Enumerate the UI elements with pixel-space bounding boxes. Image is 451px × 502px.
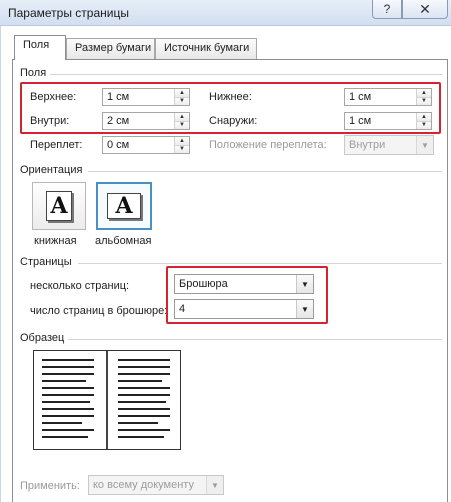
gutter-value: 0 см — [107, 139, 130, 151]
bottom-margin-field[interactable]: 1 см ▲ ▼ — [344, 88, 432, 106]
spin-down-icon[interactable]: ▼ — [175, 96, 189, 105]
margins-group-title: Поля — [20, 67, 47, 79]
sheets-per-booklet-select[interactable]: 4 ▼ — [174, 299, 314, 319]
preview-booklet — [33, 350, 181, 450]
top-margin-label: Верхнее: — [30, 91, 77, 103]
pages-group-title: Страницы — [20, 256, 72, 268]
inside-margin-value: 2 см — [107, 115, 130, 127]
chevron-down-icon: ▼ — [416, 136, 433, 154]
close-button[interactable]: ✕ — [402, 0, 448, 19]
tab-paper-source[interactable]: Источник бумаги — [155, 38, 257, 59]
spin-up-icon[interactable]: ▲ — [417, 89, 431, 97]
spin-down-icon[interactable]: ▼ — [417, 96, 431, 105]
bottom-margin-label: Нижнее: — [209, 91, 252, 103]
chevron-down-icon: ▼ — [206, 476, 223, 494]
gutter-position-value: Внутри — [349, 139, 386, 151]
landscape-label: альбомная — [95, 235, 152, 247]
tab-paper-source-label: Источник бумаги — [164, 42, 250, 54]
apply-label: Применить: — [20, 480, 80, 492]
top-margin-field[interactable]: 1 см ▲ ▼ — [102, 88, 190, 106]
portrait-button[interactable]: A — [32, 182, 86, 230]
tab-paper-size-label: Размер бумаги — [75, 42, 152, 54]
gutter-field[interactable]: 0 см ▲ ▼ — [102, 136, 190, 154]
multiple-pages-label: несколько страниц: — [30, 280, 130, 292]
spin-up-icon[interactable]: ▲ — [417, 113, 431, 121]
spin-up-icon[interactable]: ▲ — [175, 113, 189, 121]
tab-margins[interactable]: Поля — [14, 35, 66, 60]
spin-down-icon[interactable]: ▼ — [175, 120, 189, 129]
spin-up-icon[interactable]: ▲ — [175, 89, 189, 97]
apply-select: ко всему документу ▼ — [88, 475, 224, 495]
help-button[interactable]: ? — [372, 0, 402, 19]
spin-down-icon[interactable]: ▼ — [417, 120, 431, 129]
chevron-down-icon[interactable]: ▼ — [296, 300, 313, 318]
preview-divider — [68, 339, 442, 340]
margins-divider — [50, 74, 442, 75]
inside-margin-field[interactable]: 2 см ▲ ▼ — [102, 112, 190, 130]
help-icon: ? — [383, 2, 391, 16]
pages-divider — [78, 263, 442, 264]
tab-paper-size[interactable]: Размер бумаги — [66, 38, 155, 59]
preview-right-page — [106, 351, 180, 449]
portrait-label: книжная — [34, 235, 77, 247]
gutter-position-select: Внутри ▼ — [344, 135, 434, 155]
outside-margin-field[interactable]: 1 см ▲ ▼ — [344, 112, 432, 130]
chevron-down-icon[interactable]: ▼ — [296, 275, 313, 293]
tab-margins-label: Поля — [23, 39, 50, 51]
outside-margin-value: 1 см — [349, 115, 372, 127]
inside-margin-label: Внутри: — [30, 115, 70, 127]
preview-group-title: Образец — [20, 332, 65, 344]
close-icon: ✕ — [419, 0, 431, 17]
landscape-button[interactable]: A — [96, 182, 152, 230]
landscape-page-icon: A — [107, 193, 141, 219]
bottom-margin-value: 1 см — [349, 91, 372, 103]
sheets-per-booklet-value: 4 — [179, 303, 186, 315]
multiple-pages-select[interactable]: Брошюра ▼ — [174, 274, 314, 294]
outside-margin-label: Снаружи: — [209, 115, 258, 127]
gutter-position-label: Положение переплета: — [209, 139, 327, 151]
preview-left-page — [34, 351, 106, 449]
spin-up-icon[interactable]: ▲ — [175, 137, 189, 145]
window-title: Параметры страницы — [8, 6, 129, 20]
sheets-per-booklet-label: число страниц в брошюре: — [30, 305, 168, 317]
orientation-divider — [88, 171, 442, 172]
multiple-pages-value: Брошюра — [179, 278, 228, 290]
top-margin-value: 1 см — [107, 91, 130, 103]
spin-down-icon[interactable]: ▼ — [175, 144, 189, 153]
apply-value: ко всему документу — [93, 479, 194, 491]
gutter-label: Переплет: — [30, 139, 83, 151]
orientation-group-title: Ориентация — [20, 164, 83, 176]
portrait-page-icon: A — [46, 191, 72, 221]
